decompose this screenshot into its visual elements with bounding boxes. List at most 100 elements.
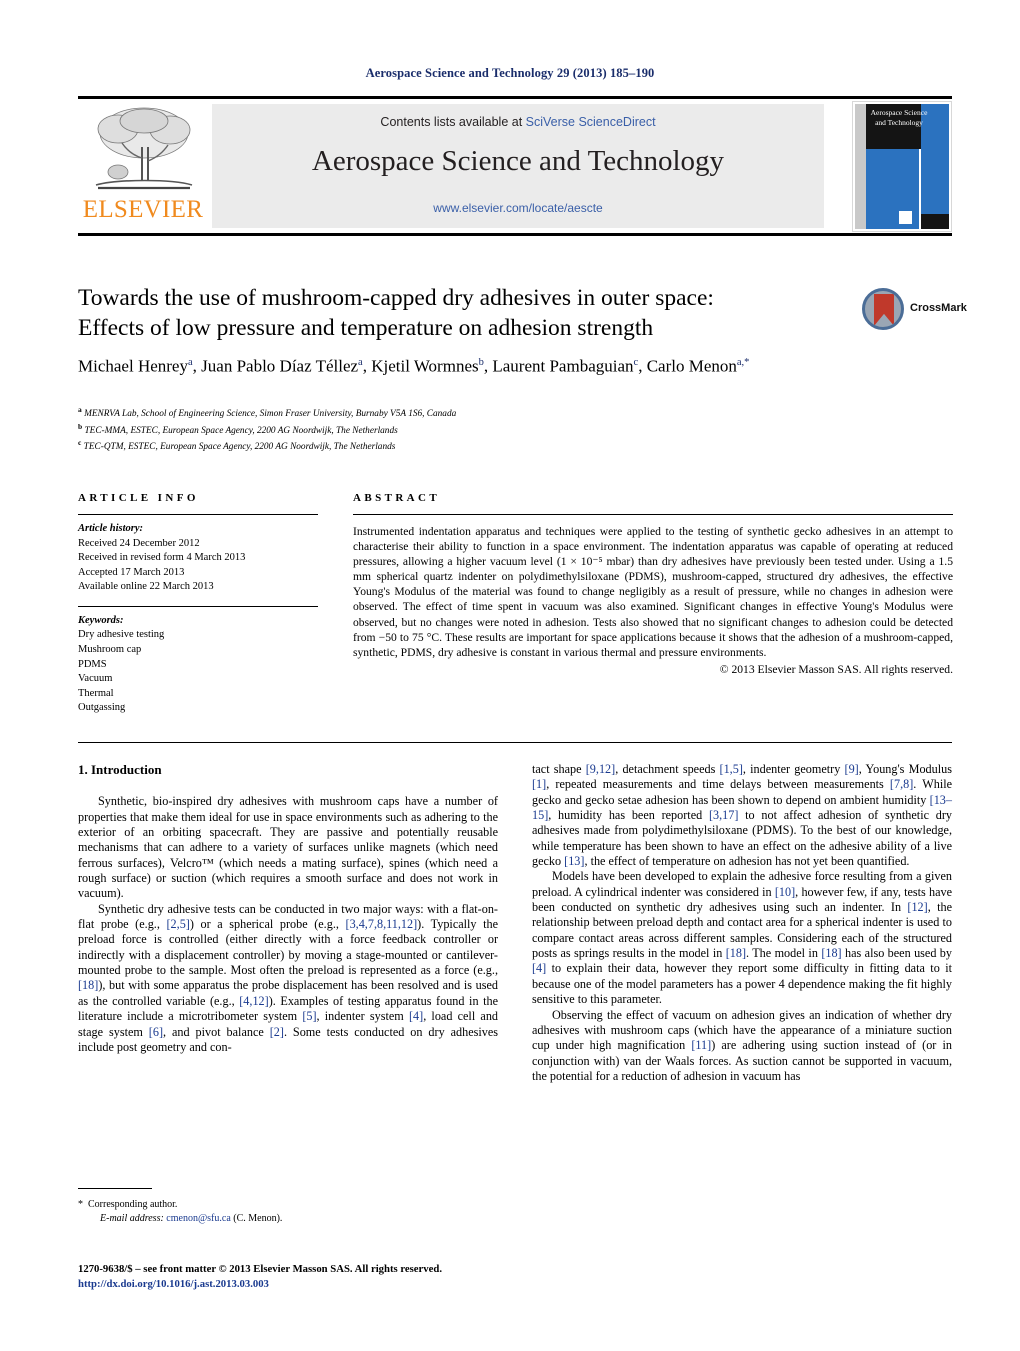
citation-link[interactable]: [9,12] bbox=[586, 762, 615, 776]
footnote-block: * Corresponding author. E-mail address: … bbox=[78, 1188, 498, 1225]
author-affiliation-marker: a bbox=[187, 357, 193, 368]
citation-link[interactable]: [4] bbox=[409, 1009, 423, 1023]
affiliation-marker: c bbox=[78, 438, 82, 448]
journal-title: Aerospace Science and Technology bbox=[311, 145, 725, 177]
affiliation-item: a MENRVA Lab, School of Engineering Scie… bbox=[78, 405, 457, 420]
article-history-list: Received 24 December 2012 Received in rev… bbox=[78, 537, 318, 595]
citation-link[interactable]: [5] bbox=[302, 1009, 316, 1023]
body-separator-rule bbox=[78, 742, 952, 743]
masthead-banner: Contents lists available at SciVerse Sci… bbox=[212, 104, 824, 228]
contents-available-line: Contents lists available at SciVerse Sci… bbox=[212, 115, 824, 129]
author-list: Michael Henreya, Juan Pablo Díaz Télleza… bbox=[78, 356, 750, 376]
affiliation-list: a MENRVA Lab, School of Engineering Scie… bbox=[78, 404, 778, 454]
left-paragraphs: Synthetic, bio-inspired dry adhesives wi… bbox=[78, 794, 498, 1055]
contents-prefix: Contents lists available at bbox=[380, 115, 526, 129]
article-history-label: Article history: bbox=[78, 523, 144, 534]
keywords-list: Dry adhesive testing Mushroom cap PDMS Vacu… bbox=[78, 628, 318, 716]
email-address-link[interactable]: cmenon@sfu.ca bbox=[166, 1213, 230, 1224]
body-paragraph: Observing the effect of vacuum on adhesi… bbox=[532, 1007, 952, 1083]
citation-link[interactable]: [11] bbox=[691, 1038, 711, 1052]
citation-link[interactable]: [13] bbox=[564, 854, 584, 868]
page-title: Towards the use of mushroom-capped dry a… bbox=[78, 283, 778, 343]
keyword-item: Thermal bbox=[78, 687, 114, 699]
email-label: E-mail address: bbox=[100, 1212, 164, 1224]
email-owner: (C. Menon). bbox=[233, 1212, 283, 1224]
journal-masthead: ELSEVIER Contents lists available at Sci… bbox=[78, 96, 952, 236]
abstract-block: ABSTRACT Instrumented indentation appara… bbox=[353, 492, 953, 677]
citation-link[interactable]: [3,17] bbox=[709, 808, 738, 822]
body-paragraph: tact shape [9,12], detachment speeds [1,… bbox=[532, 762, 953, 869]
article-info-block: ARTICLE INFO Article history: Received 2… bbox=[78, 492, 318, 716]
article-info-rule bbox=[78, 514, 318, 515]
citation-link[interactable]: [9] bbox=[845, 762, 859, 776]
keyword-item: Dry adhesive testing bbox=[78, 629, 165, 641]
author-name: Carlo Menon bbox=[646, 356, 737, 376]
keyword-item: PDMS bbox=[78, 658, 107, 670]
cover-publisher-mark bbox=[899, 211, 913, 224]
affiliation-item: c TEC-QTM, ESTEC, European Space Agency,… bbox=[78, 438, 396, 453]
citation-link[interactable]: [7,8] bbox=[890, 777, 913, 791]
author-name: Kjetil Wormnes bbox=[371, 356, 479, 376]
imprint-line: 1270-9638/$ – see front matter © 2013 El… bbox=[78, 1263, 442, 1275]
keywords-rule bbox=[78, 605, 318, 607]
elsevier-logo: ELSEVIER bbox=[80, 103, 206, 229]
cover-title-text: Aerospace Science and Technology bbox=[870, 108, 928, 127]
author-affiliation-marker: a bbox=[358, 357, 363, 368]
right-paragraphs: tact shape [9,12], detachment speeds [1,… bbox=[532, 762, 952, 1084]
cover-corner-block bbox=[920, 214, 949, 229]
elsevier-tree-icon bbox=[95, 107, 193, 190]
journal-cover-thumbnail: Aerospace Science and Technology bbox=[852, 101, 952, 232]
article-history-item: Received in revised form 4 March 2013 bbox=[78, 552, 246, 564]
corresponding-marker: * bbox=[78, 1199, 83, 1210]
citation-link[interactable]: [2] bbox=[270, 1025, 284, 1039]
journal-url-link[interactable]: www.elsevier.com/locate/aescte bbox=[212, 201, 824, 215]
sciencedirect-link[interactable]: SciVerse ScienceDirect bbox=[526, 115, 656, 129]
keyword-item: Mushroom cap bbox=[78, 643, 142, 655]
citation-link[interactable]: [13–15] bbox=[532, 793, 952, 822]
cover-spine bbox=[855, 104, 866, 229]
paper-page: Aerospace Science and Technology 29 (201… bbox=[0, 0, 1020, 1351]
citation-link[interactable]: [2,5] bbox=[167, 917, 190, 931]
crossmark-logo-icon bbox=[862, 288, 904, 330]
body-paragraph: Synthetic, bio-inspired dry adhesives wi… bbox=[78, 794, 498, 901]
crossmark-label: CrossMark bbox=[910, 302, 967, 314]
citation-link[interactable]: [1] bbox=[532, 777, 546, 791]
citation-link[interactable]: [3,4,7,8,11,12] bbox=[346, 917, 418, 931]
citation-link[interactable]: [4] bbox=[532, 961, 546, 975]
citation-link[interactable]: [18] bbox=[726, 946, 746, 960]
author-affiliation-marker: c bbox=[633, 357, 639, 368]
citation-link[interactable]: [6] bbox=[149, 1025, 163, 1039]
abstract-rule bbox=[353, 514, 953, 515]
body-column-right: tact shape [9,12], detachment speeds [1,… bbox=[532, 762, 952, 1084]
body-paragraph: Models have been developed to explain th… bbox=[532, 869, 952, 1007]
citation-link[interactable]: [10] bbox=[775, 885, 795, 899]
crossmark-badge[interactable]: CrossMark bbox=[862, 288, 967, 332]
citation-link[interactable]: [12] bbox=[907, 900, 927, 914]
citation-link[interactable]: [18] bbox=[78, 978, 98, 992]
body-paragraph: Synthetic dry adhesive tests can be cond… bbox=[78, 901, 499, 1054]
keywords-label: Keywords: bbox=[78, 614, 124, 626]
corresponding-author-note: * Corresponding author. bbox=[78, 1198, 498, 1212]
title-line-1: Towards the use of mushroom-capped dry a… bbox=[78, 285, 714, 311]
affiliation-marker: a bbox=[78, 405, 82, 414]
doi-link[interactable]: http://dx.doi.org/10.1016/j.ast.2013.03.… bbox=[78, 1277, 538, 1292]
article-history-item: Available online 22 March 2013 bbox=[78, 581, 214, 593]
author-name: Juan Pablo Díaz Téllez bbox=[201, 356, 359, 376]
footnote-rule bbox=[78, 1188, 152, 1189]
crossmark-ribbon-shape bbox=[874, 294, 894, 326]
abstract-copyright: © 2013 Elsevier Masson SAS. All rights r… bbox=[719, 662, 953, 676]
author-name: Laurent Pambaguian bbox=[492, 356, 634, 376]
running-head: Aerospace Science and Technology 29 (201… bbox=[365, 66, 655, 80]
title-line-2: Effects of low pressure and temperature … bbox=[78, 315, 654, 341]
affiliation-marker: b bbox=[78, 421, 83, 431]
imprint-block: 1270-9638/$ – see front matter © 2013 El… bbox=[78, 1262, 538, 1291]
abstract-heading: ABSTRACT bbox=[353, 492, 441, 504]
citation-link[interactable]: [18] bbox=[821, 946, 841, 960]
article-history-item: Accepted 17 March 2013 bbox=[78, 566, 185, 578]
citation-link[interactable]: [1,5] bbox=[720, 762, 743, 776]
section-heading-introduction: 1. Introduction bbox=[78, 762, 162, 777]
citation-link[interactable]: [4,12] bbox=[239, 994, 268, 1008]
email-note: E-mail address: cmenon@sfu.ca (C. Menon)… bbox=[78, 1212, 498, 1226]
author-name: Michael Henrey bbox=[78, 356, 188, 376]
